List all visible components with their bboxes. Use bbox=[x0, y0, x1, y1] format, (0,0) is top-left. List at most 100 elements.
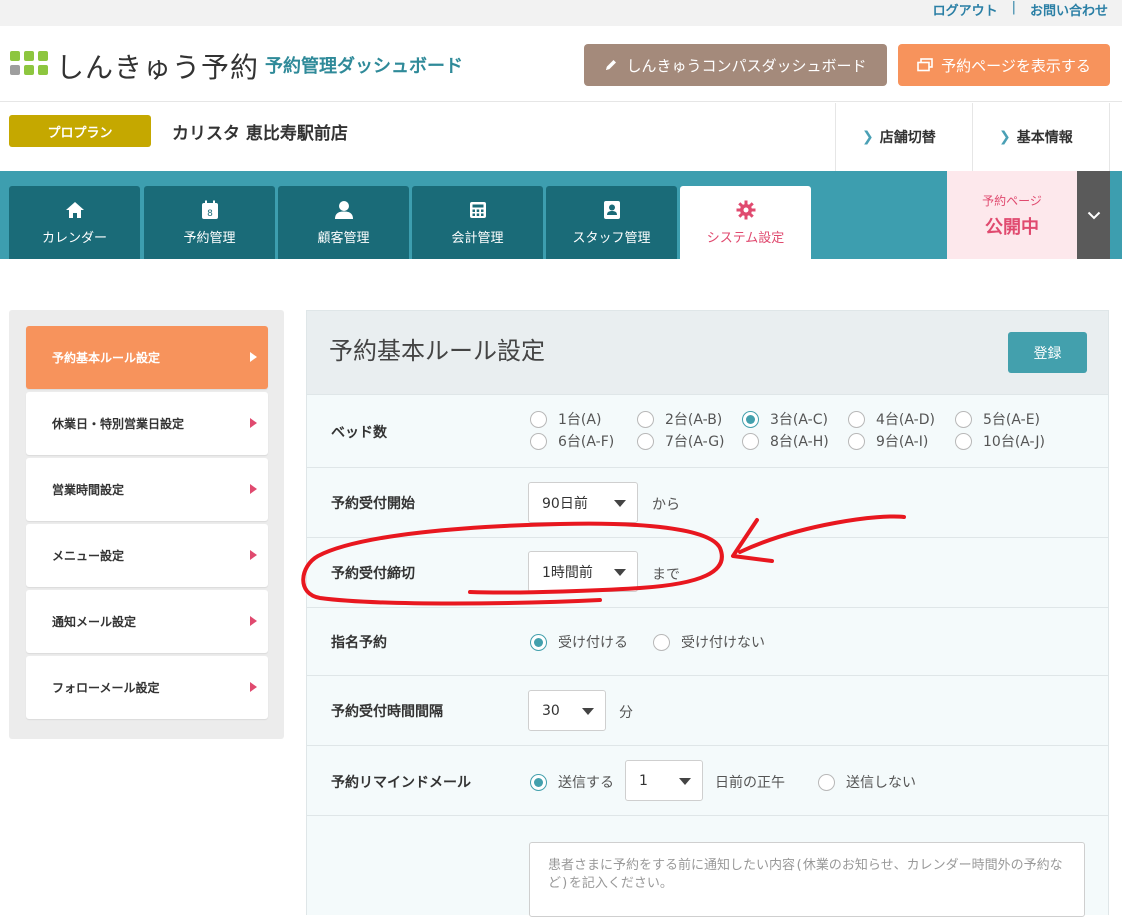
radio-button-checked bbox=[530, 773, 547, 791]
reservation-start-label: 予約受付開始 bbox=[331, 496, 415, 512]
logout-link[interactable]: ログアウト bbox=[933, 0, 998, 19]
tab-calendar[interactable]: カレンダー bbox=[9, 186, 140, 259]
utility-separator: | bbox=[1011, 0, 1016, 15]
caret-right-icon bbox=[250, 616, 257, 626]
radio-button bbox=[818, 773, 835, 791]
logo-text[interactable]: しんきゅう予約 bbox=[56, 46, 259, 86]
caret-right-icon bbox=[250, 352, 257, 362]
sidebar-item-business-hours[interactable]: 営業時間設定 bbox=[26, 458, 268, 521]
reminder-days-select[interactable]: 1 bbox=[625, 760, 703, 801]
radio-button bbox=[653, 633, 670, 651]
sidebar-item-label: フォローメール設定 bbox=[52, 681, 160, 695]
basic-info-label: 基本情報 bbox=[1016, 130, 1073, 146]
sidebar-item-basic-rules[interactable]: 予約基本ルール設定 bbox=[26, 326, 268, 389]
radio-button bbox=[848, 432, 865, 450]
radio-button bbox=[955, 410, 972, 428]
bed-count-label: ベッド数 bbox=[331, 425, 387, 441]
radio-label: 8台(A-H) bbox=[770, 434, 829, 450]
contact-link[interactable]: お問い合わせ bbox=[1030, 0, 1108, 19]
logo-square bbox=[38, 51, 48, 61]
sidebar-item-follow-mail[interactable]: フォローメール設定 bbox=[26, 656, 268, 719]
tab-reservations[interactable]: 8 予約管理 bbox=[144, 186, 275, 259]
radio-label: 1台(A) bbox=[558, 412, 602, 428]
sidebar-item-notification-mail[interactable]: 通知メール設定 bbox=[26, 590, 268, 653]
view-reservation-page-button[interactable]: 予約ページを表示する bbox=[898, 44, 1110, 86]
tab-accounting[interactable]: 会計管理 bbox=[412, 186, 543, 259]
sidebar-item-holidays[interactable]: 休業日・特別営業日設定 bbox=[26, 392, 268, 455]
basic-info-link[interactable]: ❯ 基本情報 bbox=[972, 103, 1110, 171]
radio-button bbox=[530, 410, 547, 428]
radio-button bbox=[848, 410, 865, 428]
reservation-deadline-select[interactable]: 1時間前 bbox=[528, 551, 638, 592]
radio-button-checked bbox=[530, 633, 547, 651]
bed-option-2[interactable]: 2台(A-B) bbox=[637, 409, 722, 429]
sidebar-item-label: 営業時間設定 bbox=[52, 483, 125, 497]
interval-select[interactable]: 30 bbox=[528, 690, 606, 731]
bed-option-4[interactable]: 4台(A-D) bbox=[848, 409, 935, 429]
reservation-deadline-label: 予約受付締切 bbox=[331, 566, 415, 582]
logo-square bbox=[10, 65, 20, 75]
tab-customers[interactable]: 顧客管理 bbox=[278, 186, 409, 259]
tab-label: システム設定 bbox=[706, 231, 785, 246]
reservation-start-suffix: から bbox=[652, 497, 680, 513]
tab-staff[interactable]: スタッフ管理 bbox=[546, 186, 677, 259]
radio-label: 7台(A-G) bbox=[665, 434, 725, 450]
store-switch-link[interactable]: ❯ 店舗切替 bbox=[835, 103, 972, 171]
radio-label: 送信する bbox=[558, 775, 614, 791]
public-status-value: 公開中 bbox=[985, 216, 1039, 238]
logo-square bbox=[24, 51, 34, 61]
radio-button bbox=[637, 410, 654, 428]
calendar-icon: 8 bbox=[199, 199, 221, 221]
tab-system-settings[interactable]: システム設定 bbox=[680, 186, 811, 259]
radio-button bbox=[955, 432, 972, 450]
save-button[interactable]: 登録 bbox=[1008, 332, 1087, 373]
caret-right-icon bbox=[250, 550, 257, 560]
reminder-no-send-option[interactable]: 送信しない bbox=[818, 772, 916, 792]
radio-button bbox=[637, 432, 654, 450]
app-header: しんきゅう予約 予約管理ダッシュボード しんきゅうコンパスダッシュボード 予約ペ… bbox=[0, 26, 1122, 102]
radio-label: 10台(A-J) bbox=[983, 434, 1045, 450]
sidebar-item-label: 予約基本ルール設定 bbox=[52, 351, 161, 365]
radio-label: 6台(A-F) bbox=[558, 434, 615, 450]
store-bar: プロプラン カリスタ 恵比寿駅前店 ❯ 店舗切替 ❯ 基本情報 bbox=[0, 103, 1122, 171]
nomination-reject-option[interactable]: 受け付けない bbox=[653, 632, 765, 652]
bed-option-8[interactable]: 8台(A-H) bbox=[742, 431, 829, 451]
reservation-start-row: 予約受付開始 90日前 から bbox=[307, 468, 1108, 538]
bed-option-10[interactable]: 10台(A-J) bbox=[955, 431, 1045, 451]
caret-right-icon bbox=[250, 418, 257, 428]
compass-dashboard-button[interactable]: しんきゅうコンパスダッシュボード bbox=[584, 44, 887, 86]
bed-option-5[interactable]: 5台(A-E) bbox=[955, 409, 1040, 429]
bed-option-3[interactable]: 3台(A-C) bbox=[742, 409, 828, 429]
bed-option-9[interactable]: 9台(A-I) bbox=[848, 431, 928, 451]
chevron-right-icon: ❯ bbox=[862, 129, 874, 145]
sidebar-item-label: 通知メール設定 bbox=[52, 615, 137, 629]
utility-links: ログアウト | お問い合わせ bbox=[933, 0, 1108, 19]
sidebar-item-menu[interactable]: メニュー設定 bbox=[26, 524, 268, 587]
radio-label: 3台(A-C) bbox=[770, 412, 828, 428]
calendar-icon-day: 8 bbox=[207, 209, 213, 219]
radio-button bbox=[530, 432, 547, 450]
reminder-note-textarea[interactable]: 患者さまに予約をする前に通知したい内容(休業のお知らせ、カレンダー時間外の予約な… bbox=[529, 842, 1085, 917]
tab-label: 予約管理 bbox=[183, 231, 236, 246]
reminder-send-option[interactable]: 送信する bbox=[530, 772, 614, 792]
bed-option-7[interactable]: 7台(A-G) bbox=[637, 431, 725, 451]
bed-option-1[interactable]: 1台(A) bbox=[530, 409, 601, 429]
store-name: カリスタ 恵比寿駅前店 bbox=[172, 124, 348, 144]
sidebar-item-label: メニュー設定 bbox=[52, 549, 125, 563]
chevron-right-icon: ❯ bbox=[999, 129, 1011, 145]
select-value: 1時間前 bbox=[542, 564, 593, 581]
radio-label: 4台(A-D) bbox=[876, 412, 935, 428]
pencil-icon bbox=[606, 60, 617, 70]
settings-sidebar: 予約基本ルール設定 休業日・特別営業日設定 営業時間設定 メニュー設定 通知メー… bbox=[9, 310, 284, 739]
reservation-start-select[interactable]: 90日前 bbox=[528, 482, 638, 523]
nav-dropdown-toggle[interactable] bbox=[1077, 171, 1110, 259]
nomination-accept-option[interactable]: 受け付ける bbox=[530, 632, 628, 652]
radio-label: 受け付けない bbox=[681, 635, 765, 651]
home-icon bbox=[64, 199, 86, 221]
caret-down-icon bbox=[679, 778, 691, 785]
person-icon bbox=[333, 199, 355, 221]
plan-badge: プロプラン bbox=[9, 115, 151, 147]
caret-down-icon bbox=[614, 500, 626, 507]
chevron-down-icon bbox=[1087, 211, 1100, 219]
bed-option-6[interactable]: 6台(A-F) bbox=[530, 431, 614, 451]
